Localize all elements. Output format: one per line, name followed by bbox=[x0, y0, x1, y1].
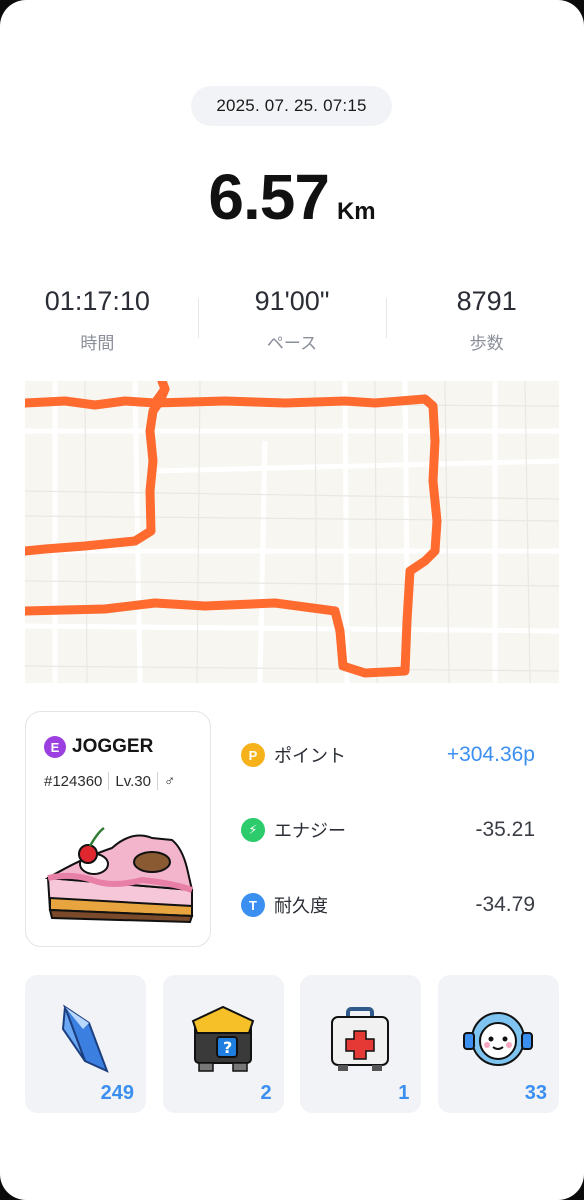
item-first-aid-kit-count: 1 bbox=[398, 1082, 410, 1104]
nft-name: JOGGER bbox=[72, 736, 154, 757]
crystal-icon bbox=[61, 1004, 109, 1073]
distance-unit: Km bbox=[336, 198, 376, 225]
reward-energy-label: エナジー bbox=[274, 821, 346, 841]
points-icon: P bbox=[241, 743, 265, 767]
item-mystery-box[interactable]: ? 2 bbox=[162, 975, 284, 1113]
robot-helmet-icon bbox=[462, 1012, 533, 1066]
reward-energy-value: -35.21 bbox=[475, 818, 535, 841]
stat-steps-label: 歩数 bbox=[469, 334, 504, 353]
reward-points-value: +304.36p bbox=[446, 743, 535, 766]
route-map[interactable] bbox=[25, 381, 559, 683]
reward-durability: T 耐久度 -34.79 bbox=[241, 885, 541, 925]
first-aid-kit-icon bbox=[331, 1007, 390, 1071]
nft-header: E JOGGER bbox=[44, 736, 153, 758]
reward-points: P ポイント +304.36p bbox=[241, 735, 541, 775]
run-stats: 01:17:10 時間 91'00" ペース 8791 歩数 bbox=[0, 286, 584, 356]
stat-steps-value: 8791 bbox=[456, 286, 517, 316]
item-robot-helmet[interactable]: 33 bbox=[437, 975, 559, 1113]
stat-time-value: 01:17:10 bbox=[44, 286, 150, 316]
cake-sneaker-image bbox=[44, 826, 194, 924]
map-streets-minor bbox=[25, 381, 559, 683]
mystery-box-icon: ? bbox=[191, 1005, 254, 1072]
stat-pace: 91'00" ペース bbox=[195, 286, 390, 356]
meta-separator bbox=[157, 772, 158, 790]
run-datetime: 2025. 07. 25. 07:15 bbox=[216, 96, 367, 115]
stat-steps: 8791 歩数 bbox=[389, 286, 584, 356]
stat-pace-value: 91'00" bbox=[254, 286, 330, 316]
map-streets bbox=[25, 381, 559, 683]
reward-points-label: ポイント bbox=[274, 746, 346, 766]
reward-durability-value: -34.79 bbox=[475, 893, 535, 916]
reward-durability-label: 耐久度 bbox=[274, 896, 328, 916]
durability-icon: T bbox=[241, 893, 265, 917]
rarity-badge: E bbox=[44, 736, 66, 758]
stat-divider bbox=[386, 298, 387, 338]
distance-display: 6.57 Km bbox=[0, 160, 584, 234]
item-first-aid-kit[interactable]: 1 bbox=[300, 975, 422, 1113]
stat-time: 01:17:10 時間 bbox=[0, 286, 195, 356]
distance-value: 6.57 bbox=[208, 161, 330, 233]
item-mystery-box-count: 2 bbox=[260, 1082, 272, 1104]
nft-card[interactable]: E JOGGER #124360 Lv.30 ♂ bbox=[25, 711, 211, 947]
stat-time-label: 時間 bbox=[80, 334, 115, 353]
nft-id: #124360 bbox=[44, 772, 103, 790]
stat-divider bbox=[198, 298, 199, 338]
svg-text:?: ? bbox=[223, 1038, 232, 1057]
stat-pace-label: ペース bbox=[266, 334, 318, 353]
nft-meta: #124360 Lv.30 ♂ bbox=[44, 772, 175, 790]
meta-separator bbox=[108, 772, 110, 790]
energy-icon: ⚡ bbox=[241, 818, 265, 842]
item-crystal[interactable]: 249 bbox=[25, 975, 146, 1113]
reward-energy: ⚡ エナジー -35.21 bbox=[241, 810, 541, 850]
item-rewards: 249 ? 2 1 33 bbox=[25, 975, 559, 1113]
gender-icon: ♂ bbox=[164, 772, 176, 790]
nft-level: Lv.30 bbox=[115, 772, 151, 790]
run-result-card: 2025. 07. 25. 07:15 6.57 Km 01:17:10 時間 … bbox=[0, 0, 584, 1200]
item-crystal-count: 249 bbox=[100, 1082, 134, 1104]
run-datetime-pill: 2025. 07. 25. 07:15 bbox=[191, 86, 392, 126]
item-robot-helmet-count: 33 bbox=[524, 1082, 547, 1104]
route-map-svg bbox=[25, 381, 559, 683]
